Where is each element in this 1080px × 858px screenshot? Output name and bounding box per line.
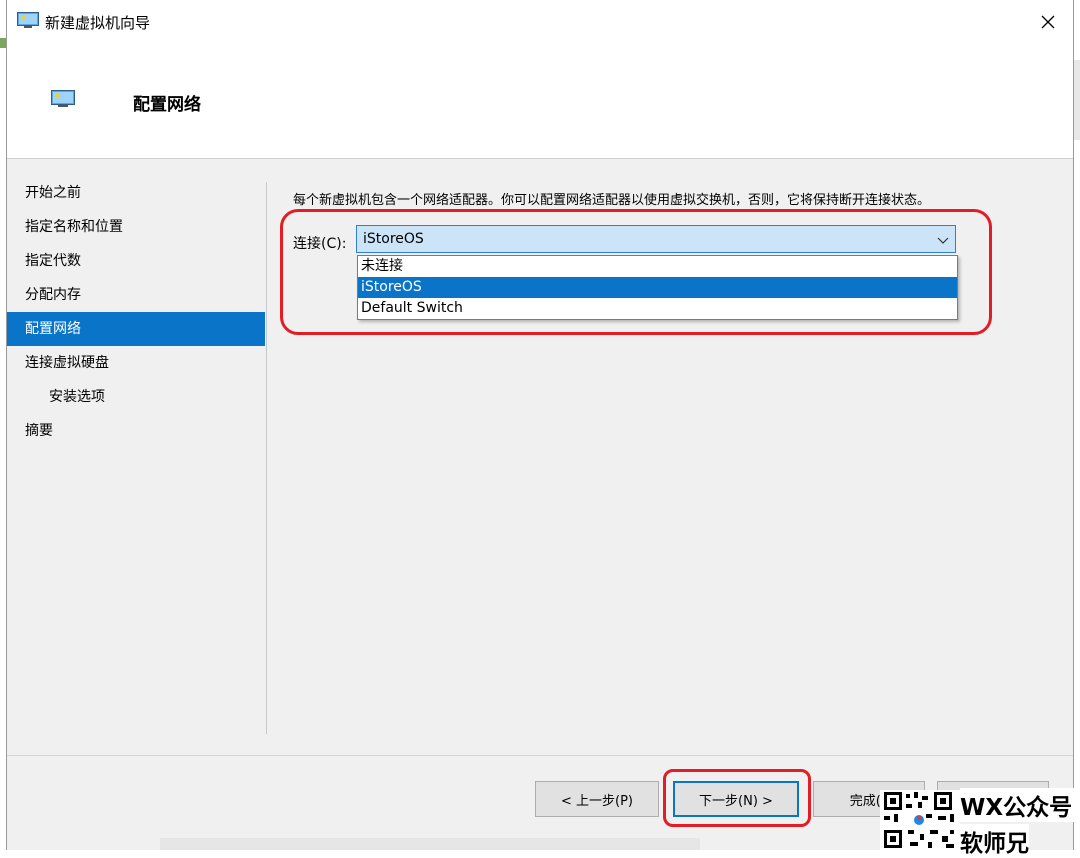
chevron-down-icon — [937, 237, 949, 244]
background-scrollbar — [160, 838, 700, 850]
previous-button[interactable]: < 上一步(P) — [535, 781, 659, 817]
wizard-steps-nav: 开始之前 指定名称和位置 指定代数 分配内存 配置网络 连接虚拟硬盘 安装选项 … — [7, 176, 265, 448]
page-title: 配置网络 — [133, 95, 201, 115]
option-istoreos[interactable]: iStoreOS — [358, 277, 957, 298]
nav-step-memory[interactable]: 分配内存 — [7, 278, 265, 312]
nav-step-virtual-disk[interactable]: 连接虚拟硬盘 — [7, 346, 265, 380]
title-bar[interactable]: 新建虚拟机向导 — [7, 0, 1073, 44]
connection-selected-value: iStoreOS — [363, 231, 424, 247]
connection-label: 连接(C): — [293, 236, 347, 252]
qr-code-image — [880, 790, 960, 850]
next-button[interactable]: 下一步(N) > — [673, 781, 799, 817]
close-button[interactable] — [1033, 8, 1063, 36]
nav-step-install-options[interactable]: 安装选项 — [7, 380, 265, 414]
connection-dropdown[interactable]: iStoreOS — [356, 225, 956, 253]
option-default-switch[interactable]: Default Switch — [358, 298, 957, 319]
footer-divider — [7, 755, 1073, 756]
wizard-window: 新建虚拟机向导 配置网络 开始之前 指定名称和位置 指定代数 分配内存 配置网络… — [6, 0, 1074, 850]
network-page-icon — [51, 90, 75, 107]
nav-step-summary[interactable]: 摘要 — [7, 414, 265, 448]
wizard-header: 配置网络 — [7, 44, 1073, 159]
option-not-connected[interactable]: 未连接 — [358, 256, 957, 277]
nav-step-name-location[interactable]: 指定名称和位置 — [7, 210, 265, 244]
network-description: 每个新虚拟机包含一个网络适配器。你可以配置网络适配器以使用虚拟交换机，否则，它将… — [293, 193, 931, 208]
watermark-line-1: WX公众号 — [960, 788, 1079, 822]
nav-step-networking[interactable]: 配置网络 — [7, 312, 265, 346]
watermark-line-2: 软师兄 — [960, 824, 1029, 858]
nav-divider — [266, 182, 267, 734]
nav-step-generation[interactable]: 指定代数 — [7, 244, 265, 278]
close-icon — [1041, 15, 1055, 29]
virtual-machine-icon — [17, 12, 39, 28]
qr-code-icon — [880, 790, 960, 850]
connection-options-list: 未连接 iStoreOS Default Switch — [357, 255, 958, 320]
nav-step-before-you-begin[interactable]: 开始之前 — [7, 176, 265, 210]
background-app-edge-right — [1074, 60, 1080, 140]
window-title: 新建虚拟机向导 — [45, 14, 151, 32]
